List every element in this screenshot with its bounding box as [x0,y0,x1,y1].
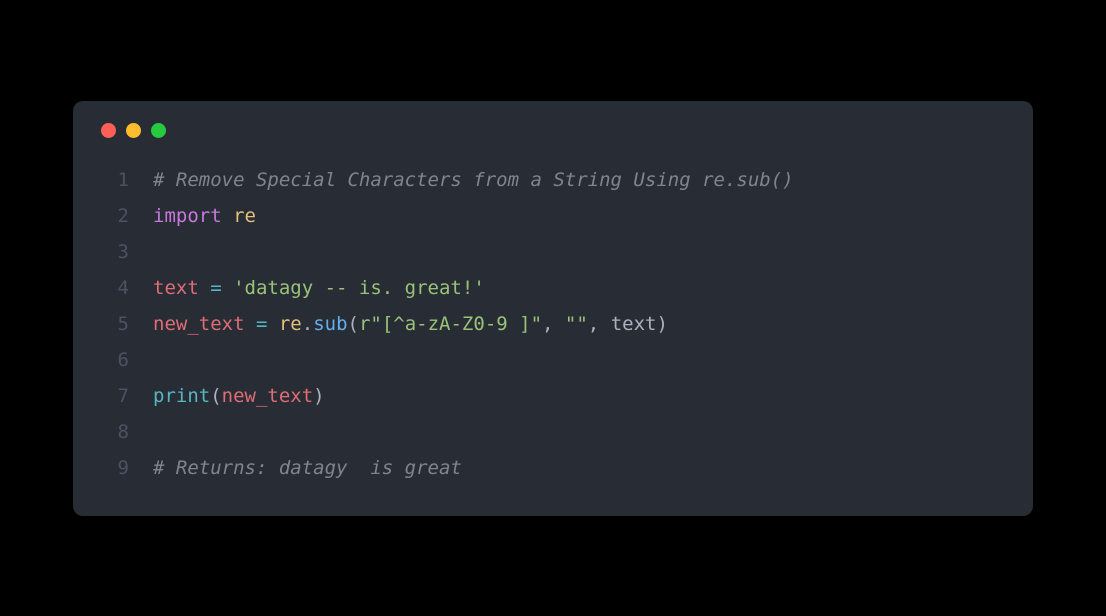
punct-token: , [542,313,565,335]
code-line: 2 import re [99,198,1007,234]
code-line: 4 text = 'datagy -- is. great!' [99,270,1007,306]
line-content: import re [153,198,256,234]
line-content: text = 'datagy -- is. great!' [153,270,485,306]
punct-token: ( [210,385,221,407]
module-token: re [279,313,302,335]
punct-token: ( [348,313,359,335]
code-line: 9 # Returns: datagy is great [99,450,1007,486]
variable-token: new_text [153,313,256,335]
line-number: 9 [99,450,129,486]
comment-token: # Remove Special Characters from a Strin… [153,169,794,191]
param-token: text [611,313,657,335]
code-line: 8 [99,414,1007,450]
window-controls [99,123,1007,138]
code-line: 6 [99,342,1007,378]
close-icon[interactable] [101,123,116,138]
code-line: 3 [99,234,1007,270]
punct-token: ) [313,385,324,407]
line-number: 3 [99,234,129,270]
string-token: 'datagy -- is. great!' [222,277,485,299]
punct-token: ) [656,313,667,335]
line-content: print(new_text) [153,378,325,414]
code-area[interactable]: 1 # Remove Special Characters from a Str… [99,162,1007,486]
line-number: 7 [99,378,129,414]
line-number: 1 [99,162,129,198]
string-token: "" [565,313,588,335]
operator-token: = [210,277,221,299]
code-window: 1 # Remove Special Characters from a Str… [73,101,1033,516]
space-token [267,313,278,335]
line-number: 4 [99,270,129,306]
comment-token: # Returns: datagy is great [153,457,462,479]
operator-token: = [256,313,267,335]
line-number: 5 [99,306,129,342]
punct-token: . [302,313,313,335]
builtin-token: print [153,385,210,407]
code-line: 1 # Remove Special Characters from a Str… [99,162,1007,198]
module-token: re [233,205,256,227]
line-content: # Remove Special Characters from a Strin… [153,162,794,198]
line-content: new_text = re.sub(r"[^a-zA-Z0-9 ]", "", … [153,306,668,342]
line-number: 6 [99,342,129,378]
line-number: 8 [99,414,129,450]
code-line: 7 print(new_text) [99,378,1007,414]
keyword-token: import [153,205,222,227]
variable-token: new_text [222,385,314,407]
minimize-icon[interactable] [126,123,141,138]
string-token: r"[^a-zA-Z0-9 ]" [359,313,542,335]
zoom-icon[interactable] [151,123,166,138]
function-token: sub [313,313,347,335]
variable-token: text [153,277,210,299]
punct-token: , [588,313,611,335]
code-line: 5 new_text = re.sub(r"[^a-zA-Z0-9 ]", ""… [99,306,1007,342]
line-content: # Returns: datagy is great [153,450,462,486]
line-number: 2 [99,198,129,234]
